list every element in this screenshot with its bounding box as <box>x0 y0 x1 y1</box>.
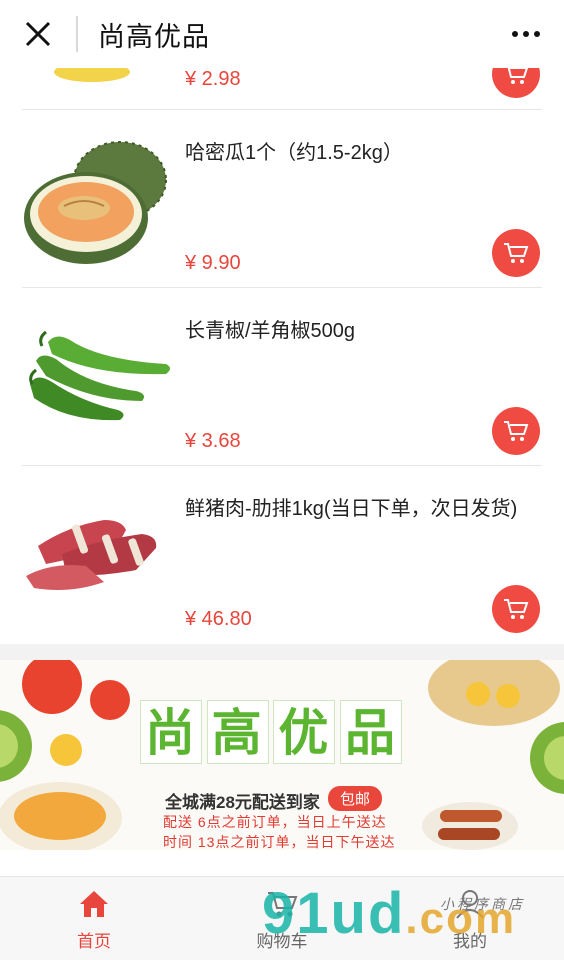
product-price: ¥ 2.98 <box>185 68 241 90</box>
pepper-thumbnail <box>29 330 170 421</box>
free-shipping-badge: 包邮 <box>328 786 383 811</box>
watermark-main: 91ud <box>262 881 406 946</box>
banner-title: 尚 高 优 品 <box>140 700 402 764</box>
product-name: 长青椒/羊角椒500g <box>185 320 356 342</box>
dot-icon <box>534 31 540 37</box>
cart-icon <box>504 599 529 619</box>
product-item[interactable]: 哈密瓜1个（约1.5-2kg） ¥ 9.90 <box>0 110 564 288</box>
nav-item-home[interactable]: 首页 <box>0 877 188 960</box>
home-icon <box>77 887 111 921</box>
product-name: 哈密瓜1个（约1.5-2kg） <box>185 142 403 164</box>
close-icon <box>25 21 51 47</box>
product-price: ¥ 9.90 <box>185 252 241 274</box>
dot-icon <box>523 31 529 37</box>
watermark-caption: 小程序商店 <box>440 896 525 912</box>
banner-delivery-text: 全城满28元配送到家 <box>165 793 320 812</box>
banner-schedule-afternoon: 时间 13点之前订单，当日下午送达 <box>163 834 396 850</box>
more-menu-button[interactable] <box>506 18 546 50</box>
banner-title-char: 高 <box>206 700 269 764</box>
promo-banner[interactable]: 尚 高 优 品 全城满28元配送到家 包邮 配送 6点之前订单，当日上午送达 时… <box>0 660 564 850</box>
product-item[interactable]: 鲜猪肉-肋排1kg(当日下单，次日发货) ¥ 46.80 <box>0 466 564 644</box>
add-to-cart-button[interactable] <box>492 585 540 633</box>
add-to-cart-button[interactable] <box>492 407 540 455</box>
product-name: 鲜猪肉-肋排1kg(当日下单，次日发货) <box>185 498 518 520</box>
product-item[interactable]: 长青椒/羊角椒500g ¥ 3.68 <box>0 288 564 466</box>
cart-icon <box>504 243 529 263</box>
banner-schedule-morning: 配送 6点之前订单，当日上午送达 <box>163 814 387 830</box>
section-gap <box>0 644 564 660</box>
product-item[interactable]: ¥ 2.98 <box>0 68 564 110</box>
add-to-cart-button[interactable] <box>492 229 540 277</box>
banner-title-char: 品 <box>339 700 402 764</box>
fruit-thumbnail <box>54 68 130 82</box>
cart-icon <box>504 421 529 441</box>
product-price: ¥ 46.80 <box>185 608 252 630</box>
product-list: ¥ 2.98 哈密瓜1个（约1.5-2kg） ¥ 9.90 长青椒/羊角椒500… <box>0 68 564 644</box>
banner-title-char: 尚 <box>140 700 202 764</box>
page-title: 尚高优品 <box>98 21 210 52</box>
cart-icon <box>507 68 529 84</box>
close-button[interactable] <box>0 0 76 68</box>
banner-title-char: 优 <box>273 700 336 764</box>
dot-icon <box>512 31 518 37</box>
nav-label: 首页 <box>77 931 111 951</box>
melon-thumbnail <box>24 141 167 264</box>
header-divider <box>76 16 78 52</box>
product-price: ¥ 3.68 <box>185 430 241 452</box>
add-to-cart-button[interactable] <box>492 68 540 98</box>
pork-ribs-thumbnail <box>26 520 157 590</box>
top-bar: 尚高优品 <box>0 0 564 68</box>
